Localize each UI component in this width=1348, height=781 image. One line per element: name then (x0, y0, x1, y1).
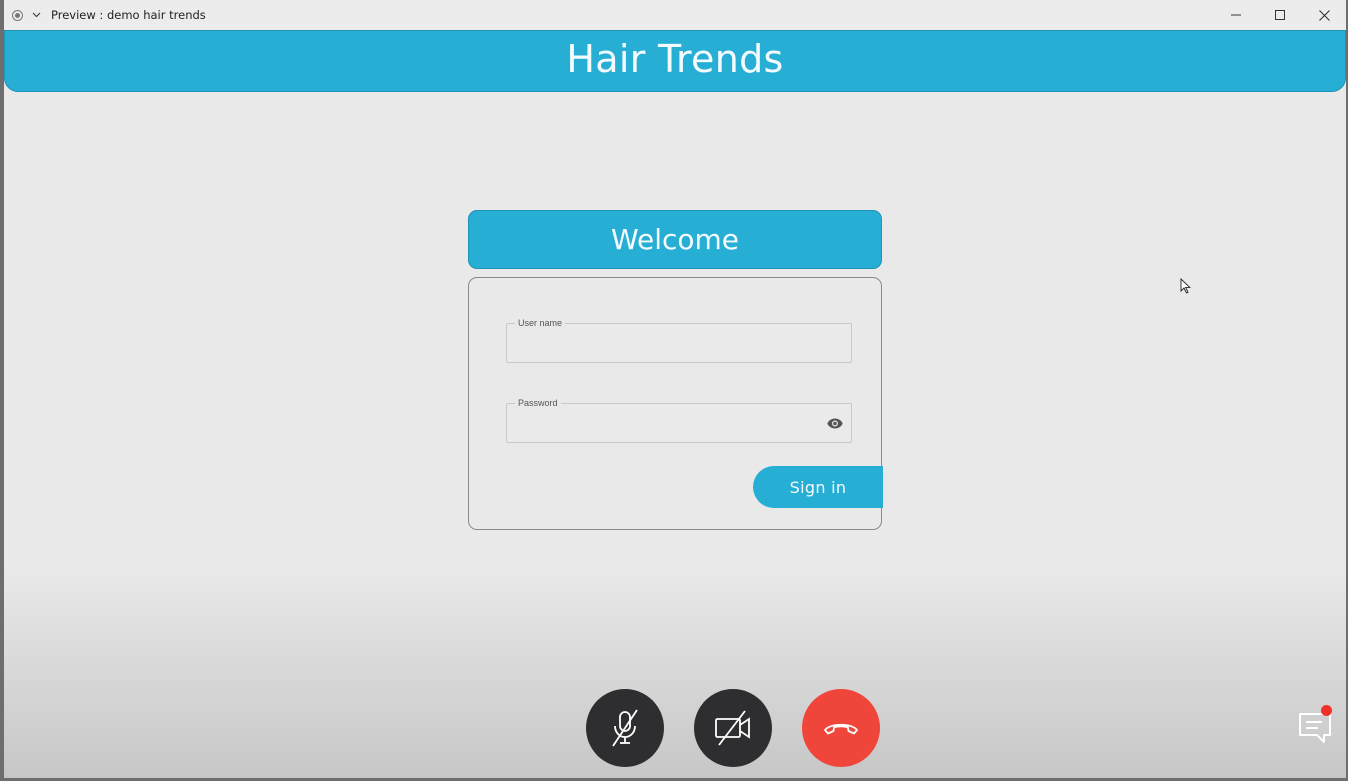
password-label: Password (515, 397, 561, 409)
close-button[interactable] (1302, 0, 1346, 30)
close-icon (1318, 9, 1330, 21)
maximize-button[interactable] (1258, 0, 1302, 30)
mic-off-icon (612, 709, 638, 747)
window-title: Preview : demo hair trends (51, 8, 206, 22)
password-field[interactable]: Password (506, 397, 852, 443)
mouse-cursor-icon (1180, 278, 1191, 294)
record-icon[interactable] (12, 9, 23, 21)
welcome-text: Welcome (610, 223, 740, 256)
username-input[interactable] (517, 334, 821, 356)
app-window: Preview : demo hair trends Hair Trends W… (0, 0, 1348, 781)
app-title: Hair Trends (566, 37, 784, 81)
camera-off-button[interactable] (694, 689, 772, 767)
username-label: User name (515, 317, 566, 329)
chat-button[interactable] (1296, 705, 1334, 746)
camera-off-icon (715, 710, 750, 746)
welcome-banner: Welcome (468, 210, 882, 269)
maximize-icon (1275, 10, 1285, 20)
username-field[interactable]: User name (506, 317, 852, 363)
eye-icon[interactable] (826, 416, 844, 430)
phone-hangup-icon (824, 723, 858, 735)
notification-badge (1321, 705, 1332, 716)
app-header: Hair Trends (4, 30, 1346, 92)
password-input[interactable] (517, 414, 821, 436)
chevron-down-icon[interactable] (31, 10, 41, 20)
minimize-icon (1231, 14, 1241, 16)
minimize-button[interactable] (1214, 0, 1258, 30)
title-bar: Preview : demo hair trends (4, 0, 1346, 30)
sign-in-button[interactable]: Sign in (753, 466, 883, 508)
login-card: User name Password Sign in (468, 277, 883, 530)
mute-microphone-button[interactable] (586, 689, 664, 767)
bottom-shade (4, 570, 1346, 778)
end-call-button[interactable] (802, 689, 880, 767)
